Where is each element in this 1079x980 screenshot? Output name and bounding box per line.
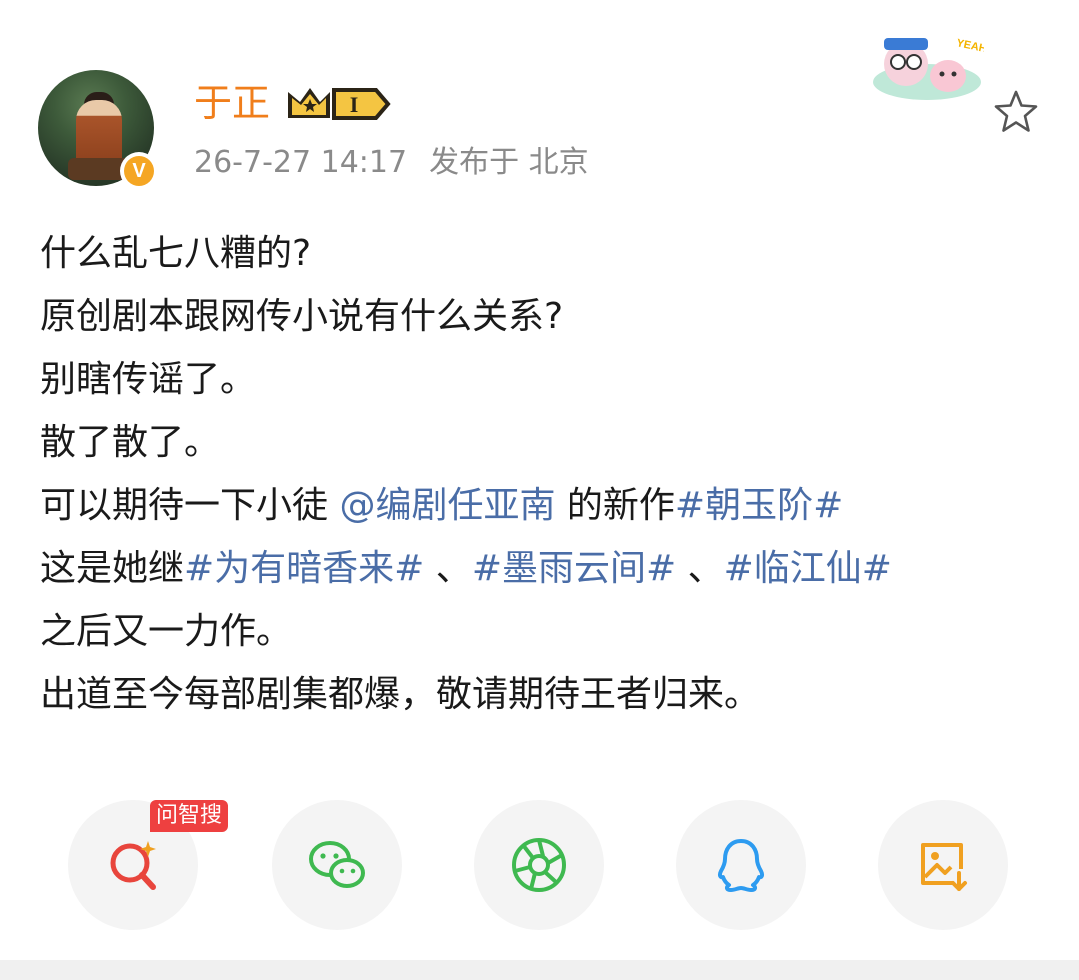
share-qq-button[interactable] [676,800,806,930]
ai-search-tag: 问智搜 [150,800,229,832]
post-text-line: 别瞎传谣了。 [40,348,1050,411]
vip-crown-badge[interactable]: I [284,82,392,126]
post-text-line: 这是她继#为有暗香来# 、#墨雨云间# 、#临江仙# [40,537,1050,600]
vip-level-text: I [350,92,359,117]
share-moments-button[interactable] [474,800,604,930]
hashtag-link[interactable]: #墨雨云间# [472,548,676,589]
wechat-icon [309,841,365,888]
post-text: 原创剧本跟网传小说有什么关系? [40,296,564,337]
post-text-line: 出道至今每部剧集都爆，敬请期待王者归来。 [40,663,1050,726]
post-meta: 26-7-27 14:17 发布于 北京 [194,142,589,184]
post-text: 别瞎传谣了。 [40,359,257,400]
post-content: 什么乱七八糟的? 原创剧本跟网传小说有什么关系? 别瞎传谣了。 散了散了。可以期待一下… [40,222,1050,726]
mention-link[interactable]: @编剧任亚南 [339,485,555,526]
hashtag-link[interactable]: #朝玉阶# [675,485,843,526]
post-text-line: 原创剧本跟网传小说有什么关系? [40,285,1050,348]
post-text-line: 什么乱七八糟的? [40,222,1050,285]
post-text: 、 [424,548,472,589]
post-text-line: 之后又一力作。 [40,600,1050,663]
decorative-sticker-image[interactable]: YEAH [870,30,984,102]
share-wechat-button[interactable] [272,800,402,930]
moments-icon [512,838,566,892]
post-text: 这是她继 [40,548,185,589]
save-image-icon [921,843,967,891]
verified-v-icon: V [124,156,154,186]
post-text: 出道至今每部剧集都爆，敬请期待王者归来。 [40,674,761,715]
post-text-line: 散了散了。 [40,411,1050,474]
post-text: 可以期待一下小徒 [40,485,340,526]
favorite-star-icon[interactable] [992,88,1040,136]
author-name[interactable]: 于正 [194,78,270,128]
post-text: 什么乱七八糟的? [40,233,312,274]
hashtag-link[interactable]: #为有暗香来# [184,548,424,589]
post-timestamp: 26-7-27 14:17 [194,145,408,180]
svg-text:YEAH: YEAH [955,37,984,55]
verified-badge: V [120,152,158,190]
post-text: 散了散了。 [40,422,221,463]
post-text: 之后又一力作。 [40,611,293,652]
post-text: 、 [676,548,724,589]
qq-icon [717,839,765,892]
hashtag-link[interactable]: #临江仙# [724,548,892,589]
weibo-post-page: V 于正 I 26-7-27 14:17 发布于 北京 YEAH 什么乱七八糟的?… [0,0,1079,980]
post-text-line: 可以期待一下小徒 @编剧任亚南 的新作#朝玉阶# [40,474,1050,537]
post-text: 的新作 [555,485,675,526]
save-image-button[interactable] [878,800,1008,930]
post-location: 发布于 北京 [429,145,589,180]
ai-search-icon [110,841,156,890]
bottom-divider [0,960,1079,980]
